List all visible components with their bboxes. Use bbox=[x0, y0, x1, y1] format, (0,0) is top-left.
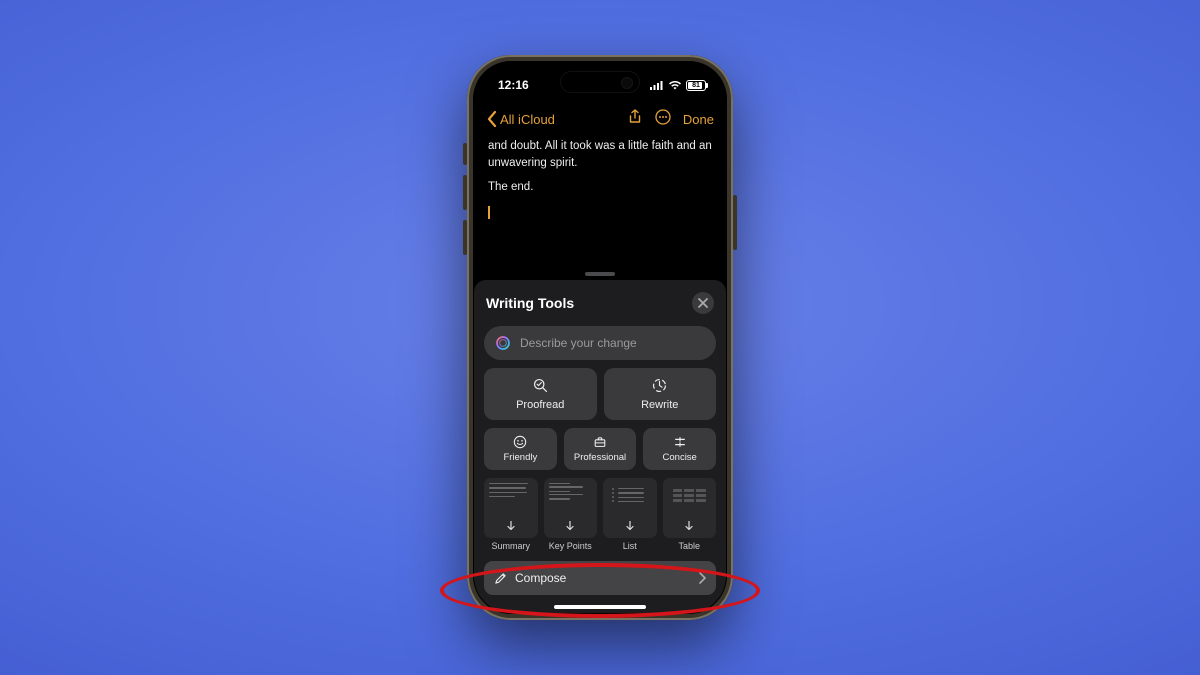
format-list[interactable]: List bbox=[603, 478, 657, 551]
concise-icon bbox=[673, 435, 687, 449]
status-time: 12:16 bbox=[498, 78, 529, 92]
chevron-left-icon bbox=[486, 111, 498, 127]
friendly-label: Friendly bbox=[503, 452, 537, 463]
note-paragraph: and doubt. All it took was a little fait… bbox=[488, 138, 712, 171]
home-indicator[interactable] bbox=[554, 605, 646, 609]
list-label: List bbox=[623, 541, 637, 551]
format-key-points[interactable]: Key Points bbox=[544, 478, 598, 551]
dynamic-island bbox=[560, 71, 640, 93]
screen: 12:16 81 All iCloud bbox=[474, 62, 726, 613]
ellipsis-circle-icon bbox=[655, 109, 671, 125]
close-button[interactable] bbox=[692, 292, 714, 314]
back-button[interactable]: All iCloud bbox=[486, 111, 555, 127]
proofread-button[interactable]: Proofread bbox=[484, 368, 597, 420]
compose-label: Compose bbox=[515, 571, 566, 585]
share-button[interactable] bbox=[627, 109, 643, 130]
close-icon bbox=[698, 298, 708, 308]
back-label: All iCloud bbox=[500, 112, 555, 127]
volume-up-button bbox=[463, 175, 467, 210]
writing-tools-sheet: Writing Tools Describe your change Proof… bbox=[474, 280, 726, 613]
magnifier-check-icon bbox=[532, 377, 549, 394]
battery-icon: 81 bbox=[686, 80, 708, 91]
concise-button[interactable]: Concise bbox=[643, 428, 716, 470]
briefcase-icon bbox=[593, 435, 607, 449]
arrow-down-icon bbox=[626, 521, 634, 531]
compose-button[interactable]: Compose bbox=[484, 561, 716, 595]
wifi-icon bbox=[668, 80, 682, 90]
describe-placeholder: Describe your change bbox=[520, 336, 637, 350]
pencil-icon bbox=[494, 572, 507, 585]
iphone-frame: 12:16 81 All iCloud bbox=[467, 55, 733, 620]
intelligence-icon bbox=[494, 334, 512, 352]
sheet-title: Writing Tools bbox=[486, 295, 574, 311]
power-button bbox=[733, 195, 737, 250]
professional-label: Professional bbox=[574, 452, 626, 463]
chevron-right-icon bbox=[698, 572, 706, 584]
format-summary[interactable]: Summary bbox=[484, 478, 538, 551]
more-button[interactable] bbox=[655, 109, 671, 130]
arrow-down-icon bbox=[685, 521, 693, 531]
friendly-button[interactable]: Friendly bbox=[484, 428, 557, 470]
rewrite-button[interactable]: Rewrite bbox=[604, 368, 717, 420]
note-paragraph: The end. bbox=[488, 179, 712, 196]
smile-icon bbox=[513, 435, 527, 449]
signal-icon bbox=[650, 80, 664, 90]
silence-switch bbox=[463, 143, 467, 165]
done-button[interactable]: Done bbox=[683, 112, 714, 127]
format-table[interactable]: Table bbox=[663, 478, 717, 551]
text-cursor bbox=[488, 206, 490, 219]
arrow-down-icon bbox=[566, 521, 574, 531]
rewrite-label: Rewrite bbox=[641, 399, 678, 411]
battery-level: 81 bbox=[692, 82, 700, 89]
arrow-down-icon bbox=[507, 521, 515, 531]
table-label: Table bbox=[678, 541, 700, 551]
key-points-label: Key Points bbox=[549, 541, 592, 551]
describe-input[interactable]: Describe your change bbox=[484, 326, 716, 360]
proofread-label: Proofread bbox=[516, 399, 564, 411]
share-icon bbox=[627, 109, 643, 125]
nav-bar: All iCloud Done bbox=[474, 102, 726, 136]
professional-button[interactable]: Professional bbox=[564, 428, 637, 470]
volume-down-button bbox=[463, 220, 467, 255]
concise-label: Concise bbox=[663, 452, 697, 463]
summary-label: Summary bbox=[491, 541, 530, 551]
rewrite-icon bbox=[651, 377, 668, 394]
